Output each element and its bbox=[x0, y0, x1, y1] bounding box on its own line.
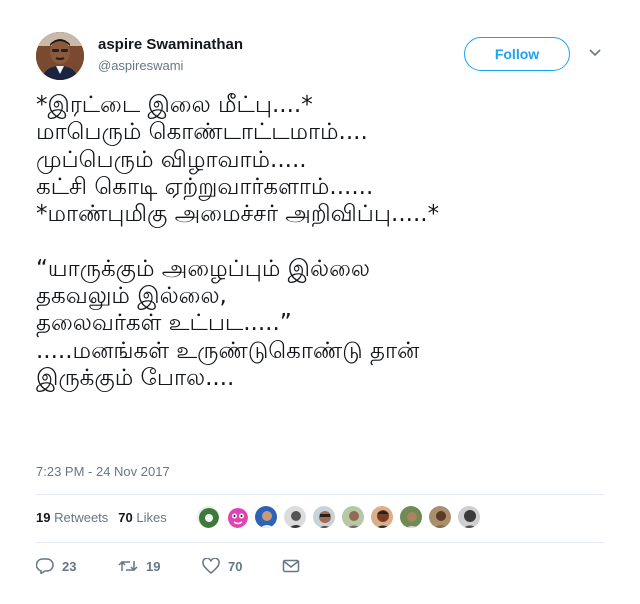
liker-avatar[interactable] bbox=[341, 505, 365, 529]
retweet-button[interactable]: 19 bbox=[118, 556, 160, 576]
tweet-line: கட்சி கொடி ஏற்றுவார்களாம்...... bbox=[36, 173, 374, 200]
reply-icon bbox=[36, 558, 54, 574]
author-avatar[interactable] bbox=[36, 32, 84, 80]
reply-count: 23 bbox=[62, 558, 77, 574]
like-button[interactable]: 70 bbox=[202, 556, 242, 576]
retweets-count: 19 bbox=[36, 510, 51, 525]
likes-count: 70 bbox=[118, 510, 133, 525]
tweet-line: *மாண்புமிகு அமைச்சர் அறிவிப்பு.....* bbox=[36, 201, 440, 228]
chevron-down-icon[interactable] bbox=[587, 47, 603, 59]
follow-button[interactable]: Follow bbox=[464, 37, 570, 71]
tweet-line: .....மனங்கள் உருண்டுகொண்டு தான் bbox=[36, 337, 420, 364]
tweet-timestamp[interactable]: 7:23 PM - 24 Nov 2017 bbox=[36, 464, 170, 479]
likes-stat[interactable]: 70 Likes bbox=[118, 510, 166, 525]
tweet-line: மாபெரும் கொண்டாட்டமாம்.... bbox=[36, 119, 368, 146]
author-name[interactable]: aspire Swaminathan bbox=[98, 36, 243, 53]
liker-avatar[interactable] bbox=[428, 505, 452, 529]
follow-button-label: Follow bbox=[494, 46, 540, 62]
liker-avatar[interactable] bbox=[312, 505, 336, 529]
envelope-icon bbox=[282, 558, 300, 574]
retweets-label: Retweets bbox=[54, 510, 109, 525]
tweet-line: *இரட்டை இலை மீட்பு....* bbox=[36, 92, 313, 118]
liker-avatar[interactable] bbox=[225, 505, 249, 529]
tweet-line: முப்பெரும் விழாவாம்..... bbox=[36, 146, 307, 173]
author-handle[interactable]: @aspireswami bbox=[98, 58, 183, 73]
engagement-stats: 19 Retweets 70 Likes bbox=[36, 510, 177, 525]
tweet-line: இருக்கும் போல.... bbox=[36, 364, 235, 391]
tweet-line: “யாருக்கும் அழைப்பும் இல்லை bbox=[36, 255, 371, 282]
liker-avatar[interactable] bbox=[254, 505, 278, 529]
retweet-count: 19 bbox=[146, 558, 161, 574]
heart-icon bbox=[202, 558, 220, 574]
tweet-line: தகவலும் இல்லை, bbox=[36, 283, 227, 310]
liker-avatar[interactable] bbox=[399, 505, 423, 529]
divider bbox=[36, 494, 604, 495]
tweet-text: *இரட்டை இலை மீட்பு....* மாபெரும் கொண்டாட… bbox=[36, 92, 626, 392]
likes-label: Likes bbox=[136, 510, 167, 525]
divider bbox=[36, 542, 604, 543]
retweet-icon bbox=[118, 558, 138, 574]
reply-button[interactable]: 23 bbox=[36, 556, 76, 576]
direct-message-button[interactable] bbox=[282, 556, 300, 576]
tweet-line: தலைவர்கள் உட்பட.....” bbox=[36, 310, 292, 337]
like-count: 70 bbox=[228, 558, 243, 574]
retweets-stat[interactable]: 19 Retweets bbox=[36, 510, 108, 525]
likers-avatars bbox=[196, 505, 481, 529]
liker-avatar[interactable] bbox=[283, 505, 307, 529]
liker-avatar[interactable] bbox=[370, 505, 394, 529]
liker-avatar[interactable] bbox=[196, 505, 220, 529]
liker-avatar[interactable] bbox=[457, 505, 481, 529]
